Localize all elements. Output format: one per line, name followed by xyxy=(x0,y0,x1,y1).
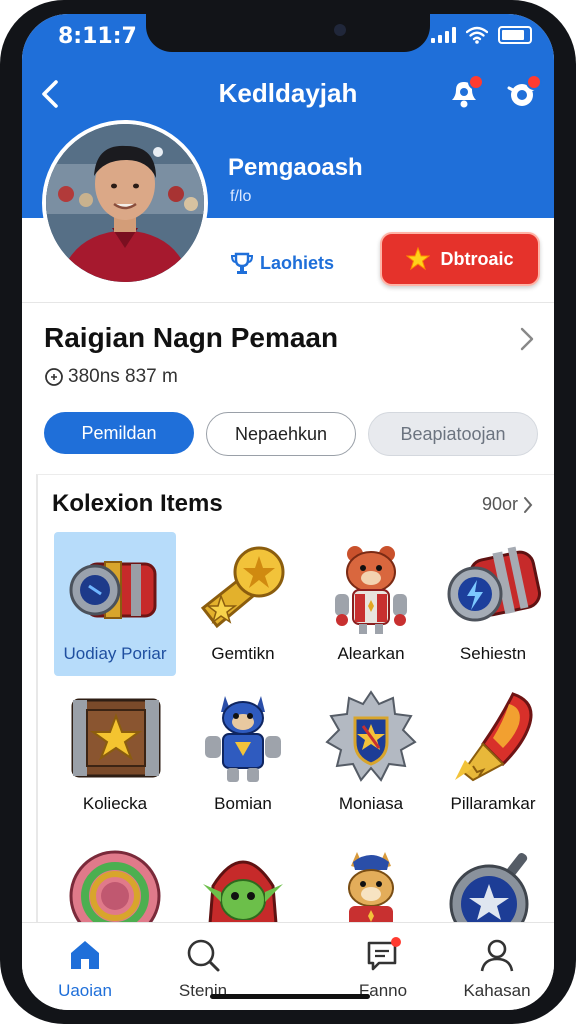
section-divider xyxy=(22,302,554,303)
avatar-photo xyxy=(46,124,204,282)
collection-item-1[interactable]: Uodiay Poriar xyxy=(54,532,176,676)
collection-item-7[interactable]: Moniasa xyxy=(310,682,432,826)
collection-item-label: Alearkan xyxy=(337,644,405,663)
status-time: 8:11:7 xyxy=(58,24,137,49)
filter-tab-muted[interactable]: Beapiatoojan xyxy=(368,412,538,456)
flame-scroll-icon xyxy=(455,692,533,782)
home-indicator[interactable] xyxy=(210,994,370,999)
collection-item-label: Gemtikn xyxy=(211,644,275,663)
battery-icon xyxy=(498,26,532,44)
alerts-button[interactable] xyxy=(504,74,542,112)
profile-name: Pemgaoash xyxy=(228,154,363,181)
primary-action-label: Dbtroaic xyxy=(440,248,514,269)
wifi-icon xyxy=(466,26,488,44)
leaderboard-button[interactable]: Laohiets xyxy=(230,242,360,284)
primary-action-button[interactable]: Dbtroaic xyxy=(380,232,540,286)
section-title: Raigian Nagn Pemaan xyxy=(44,322,339,353)
see-all-link[interactable]: 90or xyxy=(482,494,534,515)
shield-emblem-icon xyxy=(325,690,417,782)
collection-item-5[interactable]: Koliecka xyxy=(54,682,176,826)
collection-item-3[interactable]: Alearkan xyxy=(310,532,432,676)
trophy-icon xyxy=(230,252,254,274)
star-medal-icon xyxy=(200,546,285,629)
section-meta-text: 380ns 837 m xyxy=(68,366,178,387)
bear-robot-icon xyxy=(335,546,407,634)
lightning-capsule-icon xyxy=(447,546,541,622)
collection-title: Kolexion Items xyxy=(52,490,223,517)
app-screen: 8:11:7 Kedldayjah Pemgaoash f/lo Laohiet… xyxy=(22,14,554,1010)
profile-icon xyxy=(480,939,514,972)
alerts-badge xyxy=(526,74,542,90)
nav-label: Uaoian xyxy=(58,981,112,1000)
nav-label: Kahasan xyxy=(463,981,531,1000)
notification-badge xyxy=(468,74,484,90)
status-icons xyxy=(431,26,532,44)
collection-item-label: Bomian xyxy=(214,794,272,813)
filter-tab-outline[interactable]: Nepaehkun xyxy=(206,412,356,456)
profile-subtitle: f/lo xyxy=(230,188,252,205)
notification-button[interactable] xyxy=(446,74,484,112)
camera-notch xyxy=(146,14,430,52)
leaderboard-button-label: Laohiets xyxy=(260,252,335,273)
chevron-right-icon xyxy=(524,496,533,513)
home-icon xyxy=(71,941,99,969)
star-chest-icon xyxy=(71,698,161,778)
coin-icon xyxy=(45,368,63,386)
collection-item-label: Uodiay Poriar xyxy=(63,644,167,663)
collection-item-label: Sehiestn xyxy=(459,644,527,663)
chevron-right-icon[interactable] xyxy=(518,326,536,352)
collection-item-label: Pillaramkar xyxy=(450,794,536,813)
section-meta: 380ns 837 m xyxy=(44,366,178,388)
star-icon xyxy=(406,247,431,271)
collection-item-8[interactable]: Pillaramkar xyxy=(432,682,554,826)
avatar[interactable] xyxy=(42,120,208,286)
chat-icon xyxy=(367,937,401,971)
armored-cat-icon xyxy=(205,696,281,782)
collection-item-2[interactable]: Gemtikn xyxy=(182,532,304,676)
see-all-label: 90or xyxy=(481,494,518,514)
filter-tab-active[interactable]: Pemildan xyxy=(44,412,194,454)
collection-item-6[interactable]: Bomian xyxy=(182,682,304,826)
cannon-barrel-icon xyxy=(69,561,157,619)
search-icon xyxy=(187,939,220,972)
phone-frame: 8:11:7 Kedldayjah Pemgaoash f/lo Laohiet… xyxy=(0,0,576,1024)
collection-item-label: Koliecka xyxy=(82,794,148,813)
signal-icon xyxy=(431,27,456,43)
nav-item-home[interactable]: Uaoian xyxy=(30,923,140,1010)
collection-item-4[interactable]: Sehiestn xyxy=(432,532,554,676)
collection-item-label: Moniasa xyxy=(338,794,404,813)
nav-item-profile[interactable]: Kahasan xyxy=(442,923,552,1010)
